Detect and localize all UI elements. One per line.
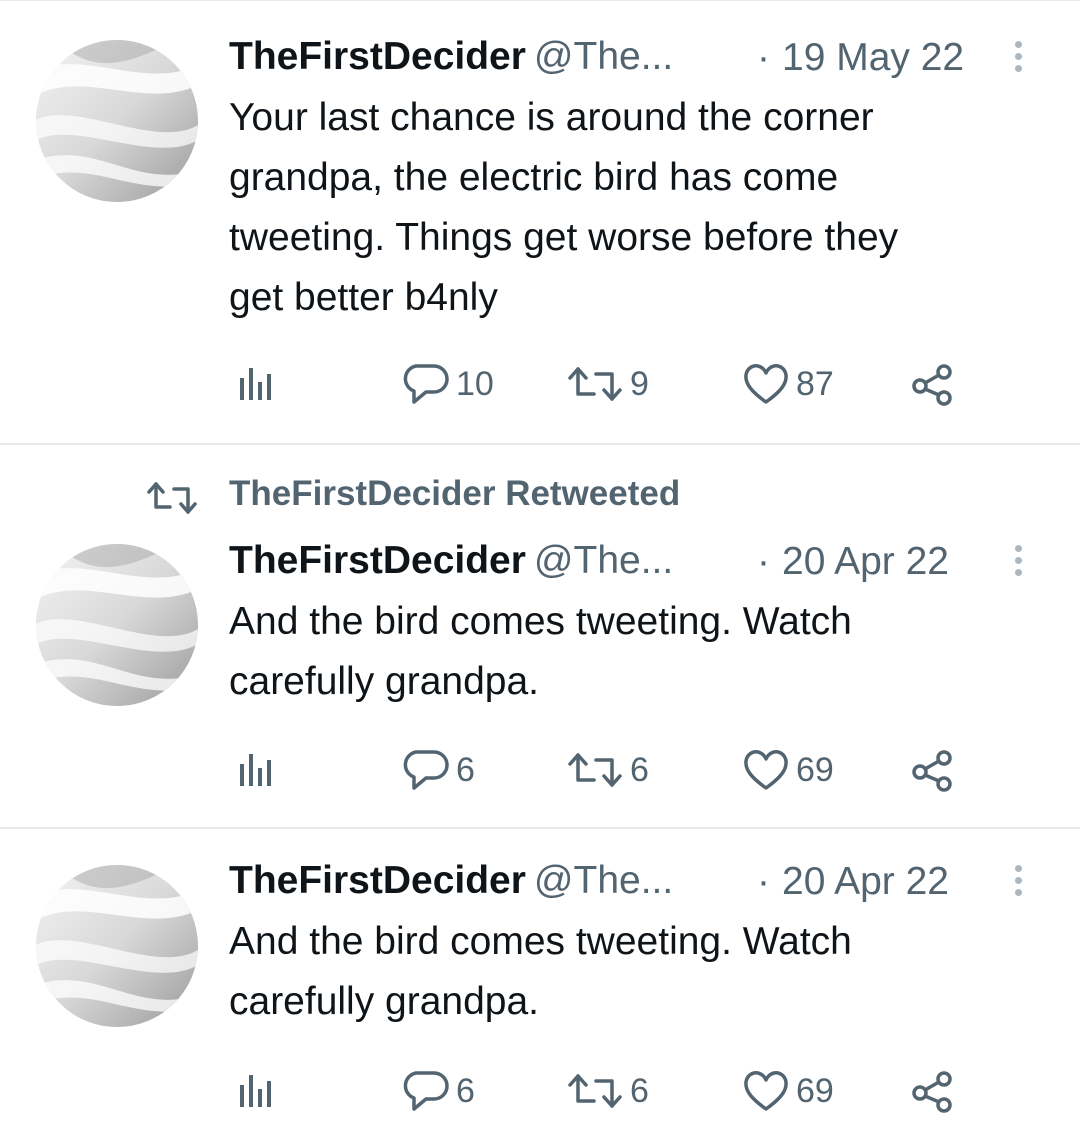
more-options-icon[interactable] — [1012, 38, 1024, 78]
retweet-count: 9 — [630, 364, 649, 403]
tweet-text-line: And the bird comes tweeting. Watch — [229, 920, 852, 963]
share-icon — [912, 364, 952, 406]
reply-button[interactable]: 6 — [402, 1069, 475, 1113]
tweet-text-line: tweeting. Things get worse before they — [229, 216, 899, 259]
views-button[interactable] — [236, 1069, 276, 1113]
tweet-text-line: carefully grandpa. — [229, 980, 540, 1023]
tweet-header: TheFirstDecider @The... — [229, 539, 673, 589]
more-options-icon[interactable] — [1012, 862, 1024, 902]
user-handle[interactable]: @The... — [534, 859, 673, 902]
retweet-button[interactable]: 9 — [566, 362, 649, 406]
tweet-feed: TheFirstDecider @The... · 19 May 22 Your … — [0, 0, 1080, 1147]
tweet-1[interactable]: TheFirstDecider @The... · 19 May 22 Your … — [0, 0, 1080, 444]
separator-dot: · — [757, 860, 770, 903]
tweet-date[interactable]: 20 Apr 22 — [782, 540, 949, 584]
retweeted-by-label[interactable]: TheFirstDecider Retweeted — [229, 474, 680, 514]
like-count: 87 — [796, 364, 834, 403]
user-handle[interactable]: @The... — [534, 539, 673, 582]
heart-icon — [744, 364, 788, 404]
retweet-icon — [147, 482, 197, 514]
share-icon — [912, 1071, 952, 1113]
tweet-date[interactable]: 19 May 22 — [782, 36, 964, 80]
bar-chart-icon — [240, 754, 271, 786]
display-name[interactable]: TheFirstDecider — [229, 35, 526, 78]
reply-count: 6 — [456, 1071, 475, 1110]
tweet-header: TheFirstDecider @The... — [229, 35, 673, 85]
heart-icon — [744, 1071, 788, 1111]
separator-dot: · — [757, 36, 770, 79]
views-button[interactable] — [236, 748, 276, 792]
speech-bubble-icon — [403, 750, 449, 790]
tweet-text: And the bird comes tweeting. Watch caref… — [229, 912, 1029, 1032]
tweet-header: TheFirstDecider @The... — [229, 859, 673, 909]
user-handle[interactable]: @The... — [534, 35, 673, 78]
like-button[interactable]: 69 — [742, 748, 834, 792]
share-button[interactable] — [910, 748, 956, 792]
reply-count: 6 — [456, 750, 475, 789]
retweet-count: 6 — [630, 750, 649, 789]
bar-chart-icon — [240, 1075, 271, 1107]
retweet-icon — [568, 753, 622, 787]
tweet-text: And the bird comes tweeting. Watch caref… — [229, 592, 1029, 712]
retweet-button[interactable]: 6 — [566, 748, 649, 792]
display-name[interactable]: TheFirstDecider — [229, 859, 526, 902]
tweet-divider — [0, 443, 1080, 445]
tweet-text-line: get better b4nly — [229, 276, 498, 319]
tweet-text: Your last chance is around the corner gr… — [229, 88, 1029, 328]
views-button[interactable] — [236, 362, 276, 406]
retweet-icon — [568, 367, 622, 401]
more-options-icon[interactable] — [1012, 542, 1024, 582]
tweet-text-line: carefully grandpa. — [229, 660, 540, 703]
like-button[interactable]: 87 — [742, 362, 834, 406]
reply-button[interactable]: 10 — [402, 362, 494, 406]
tweet-date[interactable]: 20 Apr 22 — [782, 860, 949, 904]
tweet-3[interactable]: TheFirstDecider @The... · 20 Apr 22 And t… — [0, 829, 1080, 1147]
speech-bubble-icon — [403, 1071, 449, 1111]
reply-count: 10 — [456, 364, 494, 403]
tweet-2[interactable]: TheFirstDecider @The... · 20 Apr 22 And t… — [0, 522, 1080, 828]
share-button[interactable] — [910, 1069, 956, 1113]
retweet-count: 6 — [630, 1071, 649, 1110]
bar-chart-icon — [240, 368, 271, 400]
tweet-text-line: And the bird comes tweeting. Watch — [229, 600, 852, 643]
like-button[interactable]: 69 — [742, 1069, 834, 1113]
avatar[interactable] — [36, 544, 198, 706]
like-count: 69 — [796, 1071, 834, 1110]
tweet-text-line: grandpa, the electric bird has come — [229, 156, 839, 199]
tweet-text-line: Your last chance is around the corner — [229, 96, 874, 139]
retweet-context: TheFirstDecider Retweeted — [0, 472, 1080, 522]
separator-dot: · — [757, 540, 770, 583]
like-count: 69 — [796, 750, 834, 789]
share-icon — [912, 750, 952, 792]
retweet-icon — [568, 1074, 622, 1108]
heart-icon — [744, 750, 788, 790]
reply-button[interactable]: 6 — [402, 748, 475, 792]
share-button[interactable] — [910, 362, 956, 406]
avatar[interactable] — [36, 865, 198, 1027]
display-name[interactable]: TheFirstDecider — [229, 539, 526, 582]
avatar[interactable] — [36, 40, 198, 202]
retweet-button[interactable]: 6 — [566, 1069, 649, 1113]
speech-bubble-icon — [403, 364, 449, 404]
